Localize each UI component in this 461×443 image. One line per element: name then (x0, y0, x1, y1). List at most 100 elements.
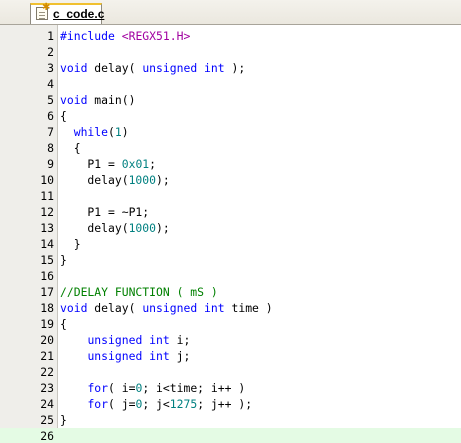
code-text: while(1) (60, 124, 129, 140)
code-text: for( i=0; i<time; i++ ) (60, 380, 245, 396)
line-number: 11 (40, 189, 54, 203)
code-token: main() (87, 93, 136, 107)
line-number: 6 (47, 109, 54, 123)
code-token: ; i<time; i++ ) (142, 381, 246, 395)
code-token: P1 = (60, 157, 122, 171)
code-text: //DELAY FUNCTION ( mS ) (60, 284, 218, 300)
c-file-icon: ✱ (36, 3, 50, 20)
code-token: void (60, 93, 88, 107)
code-text: #include <REGX51.H> (60, 28, 190, 44)
code-token: 1000 (128, 173, 157, 187)
line-number: 20 (40, 333, 54, 347)
code-text: delay(1000); (60, 172, 169, 188)
code-line[interactable]: 4 (0, 76, 461, 92)
code-token: i; (169, 333, 191, 347)
line-number: 12 (40, 205, 54, 219)
code-line[interactable]: 10 delay(1000); (0, 172, 461, 188)
code-line[interactable]: 19 { (0, 316, 461, 332)
code-line[interactable]: 12 P1 = ~P1; (0, 204, 461, 220)
line-number: 17 (40, 285, 54, 299)
line-number: 24 (40, 397, 54, 411)
code-line[interactable]: 18 void delay( unsigned int time ) (0, 300, 461, 316)
code-line[interactable]: 15} (0, 252, 461, 268)
code-token: } (60, 237, 81, 251)
line-number: 3 (47, 61, 54, 75)
code-token: time ) (224, 301, 273, 315)
code-line[interactable]: 22 (0, 364, 461, 380)
code-text: { (60, 316, 67, 332)
code-token: <REGX51.H> (121, 29, 191, 43)
code-line[interactable]: 2 (0, 44, 461, 60)
code-text: } (60, 252, 67, 268)
line-number: 25 (40, 413, 54, 427)
code-line[interactable]: 5 void main() (0, 92, 461, 108)
code-token: int (204, 301, 225, 315)
code-line[interactable]: 1 #include <REGX51.H> (0, 28, 461, 44)
code-editor[interactable]: 1 #include <REGX51.H> 2 3 void delay( unsign… (0, 25, 461, 443)
code-token: delay( (60, 221, 129, 235)
code-token: unsigned (142, 301, 198, 315)
code-token: ; j++ ); (197, 397, 253, 411)
line-number: 2 (47, 45, 54, 59)
code-token: delay( (60, 173, 129, 187)
code-token: P1 = ~P1; (60, 205, 150, 219)
code-token: ( j= (108, 397, 136, 411)
code-line[interactable]: 23 for( i=0; i<time; i++ ) (0, 380, 461, 396)
line-number: 7 (47, 125, 54, 139)
tab-label: c_code.c (53, 7, 105, 21)
code-text: void delay( unsigned int time ) (60, 300, 273, 316)
code-text: unsigned int i; (60, 332, 190, 348)
code-line[interactable]: 11 (0, 188, 461, 204)
code-line[interactable]: 3 void delay( unsigned int ); (0, 60, 461, 76)
line-number: 26 (40, 429, 54, 443)
code-token: //DELAY FUNCTION ( mS ) (60, 285, 218, 299)
line-number: 4 (47, 77, 54, 91)
code-token: ); (156, 221, 170, 235)
code-line[interactable]: 6{ (0, 108, 461, 124)
code-token: for (87, 381, 109, 395)
code-token: 1275 (169, 397, 198, 411)
editor-tab-bar: ✱ c_code.c (0, 0, 461, 25)
code-token: delay( (87, 61, 143, 75)
code-line[interactable]: 21 unsigned int j; (0, 348, 461, 364)
code-token: ); (224, 61, 246, 75)
code-token: int (149, 349, 170, 363)
code-text: { (60, 108, 67, 124)
code-token: j; (169, 349, 191, 363)
tab-c-code[interactable]: ✱ c_code.c (30, 3, 105, 24)
line-number: 15 (40, 253, 54, 267)
code-token: unsigned (87, 333, 143, 347)
code-token: { (60, 141, 81, 155)
code-line[interactable]: 13 delay(1000); (0, 220, 461, 236)
code-text: P1 = 0x01; (60, 156, 156, 172)
code-line[interactable]: 26 (0, 428, 461, 443)
code-token: } (60, 413, 67, 427)
code-line[interactable]: 17 //DELAY FUNCTION ( mS ) (0, 284, 461, 300)
code-line[interactable]: 16 (0, 268, 461, 284)
code-text: for( j=0; j<1275; j++ ); (60, 396, 252, 412)
line-number: 14 (40, 237, 54, 251)
line-number: 1 (47, 29, 54, 43)
code-token: delay( (87, 301, 143, 315)
line-number: 8 (47, 141, 54, 155)
code-token: ( i= (108, 381, 136, 395)
code-text: void delay( unsigned int ); (60, 60, 245, 76)
code-line[interactable]: 20 unsigned int i; (0, 332, 461, 348)
code-line[interactable]: 24 for( j=0; j<1275; j++ ); (0, 396, 461, 412)
code-line[interactable]: 14 } (0, 236, 461, 252)
code-line[interactable]: 25} (0, 412, 461, 428)
code-text: } (60, 412, 67, 428)
code-token: { (60, 317, 67, 331)
line-number: 23 (40, 381, 54, 395)
line-number: 21 (40, 349, 54, 363)
code-text: P1 = ~P1; (60, 204, 149, 220)
code-line[interactable]: 7 while(1) (0, 124, 461, 140)
code-line[interactable]: 8 { (0, 140, 461, 156)
code-line[interactable]: 9 P1 = 0x01; (0, 156, 461, 172)
line-number: 10 (40, 173, 54, 187)
code-token: #include (60, 29, 122, 43)
code-token: int (204, 61, 225, 75)
